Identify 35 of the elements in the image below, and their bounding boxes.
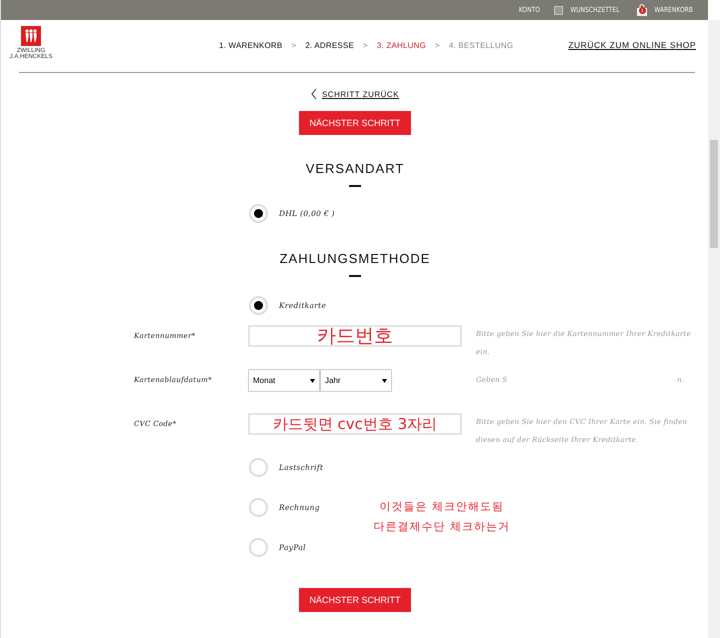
section-title: ZAHLUNGSMETHODE bbox=[280, 251, 430, 266]
input-field[interactable]: 카드번호 bbox=[248, 325, 462, 347]
section-title: VERSANDART bbox=[306, 161, 404, 176]
checkout-step: 4. BESTELLUNG bbox=[448, 41, 514, 50]
chevron-left-icon bbox=[310, 88, 317, 100]
dropdown[interactable]: Jahr bbox=[320, 369, 392, 392]
annotation-text: 카드뒷면 cvc번호 3자리 bbox=[272, 415, 438, 433]
dropdown[interactable]: Monat bbox=[248, 369, 320, 392]
wishlist-icon[interactable] bbox=[554, 6, 563, 14]
caret-icon bbox=[310, 378, 315, 382]
annotation-text: 이것들은 체크안해도됨 bbox=[379, 499, 504, 514]
scrollbar-thumb[interactable] bbox=[710, 140, 718, 248]
step-separator: > bbox=[435, 41, 440, 50]
checkout-step: 3. ZAHLUNG bbox=[376, 41, 426, 50]
next-step-button[interactable]: NÄCHSTER SCHRITT bbox=[299, 588, 410, 612]
title-underline bbox=[349, 275, 361, 277]
radio-button[interactable] bbox=[249, 498, 268, 516]
caret-icon bbox=[382, 378, 387, 382]
step-separator: > bbox=[291, 41, 296, 50]
next-step-button[interactable]: NÄCHSTER SCHRITT bbox=[299, 111, 410, 135]
input-field[interactable]: 카드뒷면 cvc번호 3자리 bbox=[248, 413, 462, 435]
checkout-step: 2. ADRESSE bbox=[305, 41, 354, 50]
logo-icon[interactable] bbox=[21, 26, 41, 46]
radio-button[interactable] bbox=[249, 538, 268, 556]
annotation-text: 카드번호 bbox=[317, 327, 393, 345]
back-to-shop-link[interactable]: ZURÜCK ZUM ONLINE SHOP bbox=[568, 40, 696, 50]
annotation-text: 다른결제수단 체크하는거 bbox=[373, 519, 510, 534]
scrollbar[interactable] bbox=[708, 20, 720, 638]
radio-button[interactable] bbox=[249, 204, 268, 222]
checkout-step: 1. WARENKORB bbox=[219, 41, 282, 50]
radio-button[interactable] bbox=[249, 458, 268, 476]
radio-button[interactable] bbox=[249, 296, 268, 314]
step-separator: > bbox=[363, 41, 368, 50]
back-link[interactable]: SCHRITT ZURÜCK bbox=[322, 90, 400, 98]
title-underline bbox=[349, 185, 361, 187]
